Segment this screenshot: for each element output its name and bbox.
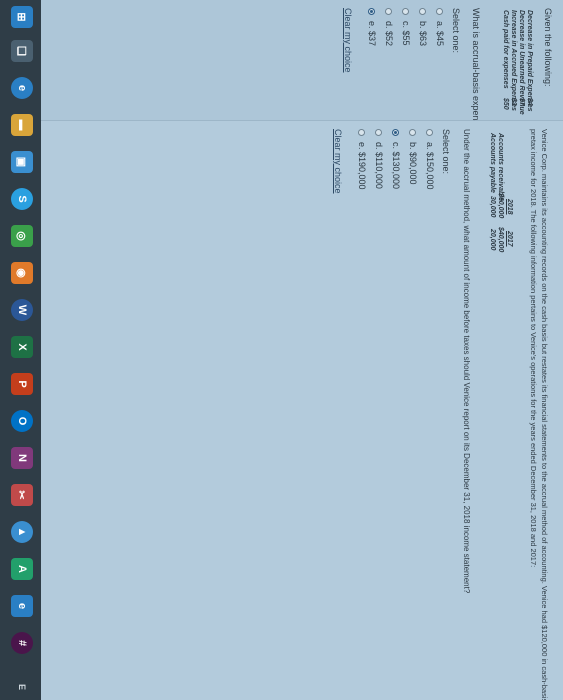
table-row-value: $4 (526, 98, 533, 106)
table-row-label: Accounts receivable (497, 133, 504, 202)
table-row-label: Decrease in Prepaid Expenses (526, 10, 533, 112)
option-label: b. $63 (418, 21, 428, 47)
rotated-screen: Given the following: Decrease in Prepaid… (0, 0, 563, 700)
snipping-icon[interactable]: ✂ (11, 484, 33, 506)
table-row-value: $50 (502, 98, 509, 110)
table-cell: $40,000 (497, 227, 504, 253)
browser-icon[interactable]: e (11, 595, 33, 617)
notification-icon[interactable]: E (11, 676, 33, 698)
app-icon[interactable]: A (11, 558, 33, 580)
radio-button-selected[interactable] (392, 129, 400, 136)
select-one-label: Select one: (441, 129, 451, 175)
question-1-title: Given the following: (543, 8, 553, 87)
radio-button[interactable] (409, 129, 417, 136)
task-view-icon[interactable]: ❑ (11, 40, 33, 62)
radio-button[interactable] (402, 8, 410, 15)
option-label: e. $37 (367, 21, 377, 47)
option-e[interactable]: e. $37 (367, 8, 377, 46)
table-cell: 30,000 (489, 196, 496, 218)
option-e[interactable]: e. $190,000 (357, 129, 367, 190)
onenote-icon[interactable]: N (11, 447, 33, 469)
option-label: c. $130,000 (391, 142, 401, 190)
radio-button[interactable] (375, 129, 383, 136)
radio-button[interactable] (436, 8, 444, 15)
clear-choice-link[interactable]: Clear my choice (343, 8, 353, 73)
option-c[interactable]: c. $130,000 (391, 129, 401, 189)
option-label: c. $55 (401, 21, 411, 46)
option-a[interactable]: a. $45 (435, 8, 445, 46)
radio-button-selected[interactable] (368, 8, 376, 15)
question-1-panel: Given the following: Decrease in Prepaid… (41, 0, 563, 140)
question-1-prompt: What is accrual-basis expenses? (471, 8, 481, 140)
option-d[interactable]: d. $52 (384, 8, 394, 46)
option-label: a. $150,000 (425, 142, 435, 190)
option-b[interactable]: b. $63 (418, 8, 428, 46)
photos-icon[interactable]: ▲ (11, 521, 33, 543)
edge-icon[interactable]: e (11, 77, 33, 99)
word-icon[interactable]: W (11, 299, 33, 321)
taskbar: ⊞ ❑ e ▬ ▣ S ◎ ◉ W X P O N ✂ ▲ Ae # E (0, 0, 41, 700)
table-row-label: Increase in Accrued Expenses (510, 10, 517, 111)
option-c[interactable]: c. $55 (401, 8, 411, 46)
question-2-stem-line-1: Venice Corp. maintains its accounting re… (540, 129, 549, 700)
radio-button[interactable] (419, 8, 427, 15)
quiz-page: Given the following: Decrease in Prepaid… (41, 0, 563, 700)
question-2-prompt: Under the accrual method, what amount of… (462, 129, 471, 594)
file-explorer-icon[interactable]: ▬ (11, 114, 33, 136)
table-row-value: $7 (518, 98, 525, 106)
option-b[interactable]: b. $90,000 (408, 129, 418, 185)
option-label: e. $190,000 (357, 142, 367, 190)
firefox-icon[interactable]: ◉ (11, 262, 33, 284)
option-d[interactable]: d. $110,000 (374, 129, 384, 189)
table-cell: $60,000 (497, 193, 504, 219)
table-header-year: 2018 (506, 199, 513, 215)
question-2-stem-line-2: pretax income for 2018. The following in… (529, 129, 538, 568)
option-label: a. $45 (435, 21, 445, 47)
chrome-icon[interactable]: ◎ (11, 225, 33, 247)
question-2-panel: Venice Corp. maintains its accounting re… (41, 121, 563, 700)
table-header-year: 2017 (506, 231, 513, 247)
radio-button[interactable] (426, 129, 434, 136)
table-row-value: $3 (510, 98, 517, 106)
option-a[interactable]: a. $150,000 (425, 129, 435, 190)
store-icon[interactable]: ▣ (11, 151, 33, 173)
excel-icon[interactable]: X (11, 336, 33, 358)
radio-button[interactable] (385, 8, 393, 15)
option-label: d. $52 (384, 21, 394, 47)
select-one-label: Select one: (451, 8, 461, 54)
table-row-label: Accounts payable (489, 133, 496, 193)
start-icon[interactable]: ⊞ (11, 6, 33, 28)
powerpoint-icon[interactable]: P (11, 373, 33, 395)
clear-choice-link[interactable]: Clear my choice (333, 129, 343, 194)
radio-button[interactable] (358, 129, 366, 136)
table-row-label: Cash paid for expenses (502, 10, 509, 89)
outlook-icon[interactable]: O (11, 410, 33, 432)
option-label: d. $110,000 (374, 142, 384, 189)
table-cell: 20,000 (489, 229, 496, 251)
option-label: b. $90,000 (408, 142, 418, 185)
slack-icon[interactable]: # (11, 632, 33, 654)
skype-icon[interactable]: S (11, 188, 33, 210)
